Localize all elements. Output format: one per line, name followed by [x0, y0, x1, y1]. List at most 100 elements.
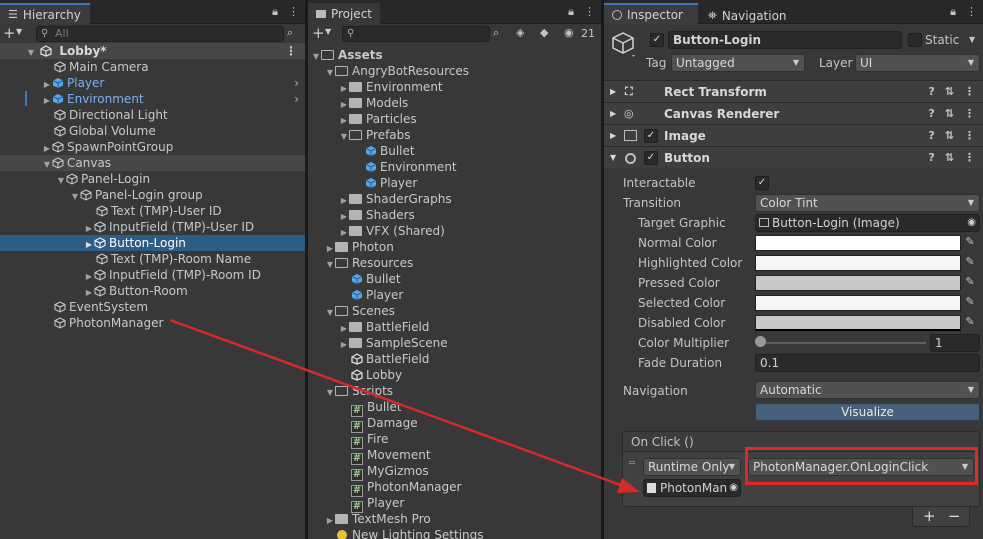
component-rect-transform[interactable]: ▶ ⛶ Rect Transform ? ⇅ ⋮: [604, 80, 983, 102]
project-folder[interactable]: ▶ SampleScene: [308, 335, 601, 351]
highlighted-color-swatch[interactable]: [755, 255, 961, 271]
target-graphic-field[interactable]: Button-Login (Image) ◉: [755, 214, 980, 232]
project-folder[interactable]: ▶ Environment: [308, 79, 601, 95]
lock-icon[interactable]: 🔒︎: [568, 5, 574, 19]
more-icon[interactable]: ⋮: [288, 5, 299, 19]
more-icon[interactable]: ⋮: [964, 81, 975, 103]
project-prefab[interactable]: Bullet: [308, 271, 601, 287]
tag-dropdown[interactable]: Untagged ▼: [671, 54, 805, 72]
project-folder[interactable]: ▶ ShaderGraphs: [308, 191, 601, 207]
drag-handle-icon[interactable]: ═: [629, 458, 635, 469]
navigation-dropdown[interactable]: Automatic ▼: [755, 381, 980, 399]
layer-dropdown[interactable]: UI ▼: [855, 54, 980, 72]
add-icon[interactable]: +: [312, 24, 325, 42]
hierarchy-item[interactable]: ▼ Panel-Login: [0, 171, 305, 187]
project-script[interactable]: # PhotonManager: [308, 479, 601, 497]
remove-listener-button[interactable]: −: [948, 507, 961, 525]
help-icon[interactable]: ?: [928, 103, 934, 125]
eye-icon[interactable]: ◉: [564, 26, 574, 39]
eyedropper-icon[interactable]: ✎: [963, 235, 977, 249]
project-scene[interactable]: Lobby: [308, 367, 601, 383]
project-script[interactable]: # Player: [308, 495, 601, 513]
component-image[interactable]: ▶ ✓ Image ? ⇅ ⋮: [604, 124, 983, 146]
eyedropper-icon[interactable]: ✎: [963, 295, 977, 309]
normal-color-swatch[interactable]: [755, 235, 961, 251]
project-folder[interactable]: ▶ Models: [308, 95, 601, 111]
project-prefab[interactable]: Player: [308, 175, 601, 191]
object-name-field[interactable]: Button-Login: [668, 31, 902, 49]
project-folder[interactable]: ▼ AngryBotResources: [308, 63, 601, 79]
project-asset[interactable]: New Lighting Settings: [308, 527, 601, 539]
project-search-input[interactable]: ⚲: [342, 26, 490, 42]
project-folder[interactable]: ▼ Scenes: [308, 303, 601, 319]
project-folder[interactable]: ▶ Particles: [308, 111, 601, 127]
selected-color-swatch[interactable]: [755, 295, 961, 311]
collapse-arrow-icon[interactable]: ▶: [610, 125, 616, 147]
tab-inspector[interactable]: Inspector: [604, 3, 698, 24]
project-folder[interactable]: ▶ Shaders: [308, 207, 601, 223]
hierarchy-item[interactable]: ▶ InputField (TMP)-User ID: [0, 219, 305, 235]
project-folder[interactable]: ▼ Scripts: [308, 383, 601, 399]
more-icon[interactable]: ⋮: [966, 5, 977, 19]
eyedropper-icon[interactable]: ✎: [963, 275, 977, 289]
hierarchy-item[interactable]: EventSystem: [0, 299, 305, 315]
hierarchy-item-environment[interactable]: ▶ Environment ›: [0, 91, 305, 107]
eyedropper-icon[interactable]: ✎: [963, 315, 977, 329]
chevron-down-icon[interactable]: ▼: [325, 27, 331, 36]
target-object-field[interactable]: PhotonMan ◉: [643, 479, 741, 497]
tab-project[interactable]: Project: [308, 3, 380, 24]
more-icon[interactable]: ⋮: [964, 103, 975, 125]
project-script[interactable]: # Fire: [308, 431, 601, 449]
pressed-color-swatch[interactable]: [755, 275, 961, 291]
project-prefab[interactable]: Player: [308, 287, 601, 303]
collapse-arrow-icon[interactable]: ▶: [610, 81, 616, 103]
project-folder[interactable]: ▶ Photon: [308, 239, 601, 255]
project-script[interactable]: # MyGizmos: [308, 463, 601, 481]
hierarchy-item[interactable]: Directional Light: [0, 107, 305, 123]
lock-icon[interactable]: 🔒︎: [950, 5, 956, 19]
label-icon[interactable]: ◆: [540, 26, 548, 39]
hierarchy-item-player[interactable]: ▶ Player ›: [0, 75, 305, 91]
more-icon[interactable]: ⋮: [964, 125, 975, 147]
image-enabled-checkbox[interactable]: ✓: [644, 129, 658, 143]
color-multiplier-field[interactable]: 1: [930, 334, 980, 352]
presets-icon[interactable]: ⇅: [945, 147, 954, 169]
help-icon[interactable]: ?: [928, 125, 934, 147]
fade-duration-field[interactable]: 0.1: [755, 354, 980, 372]
color-multiplier-slider-handle[interactable]: [755, 336, 766, 347]
active-checkbox[interactable]: ✓: [650, 33, 664, 47]
more-icon[interactable]: ⋮: [285, 43, 297, 59]
search-options-icon[interactable]: ⌕: [287, 26, 293, 40]
visualize-button[interactable]: Visualize: [755, 403, 980, 421]
project-script[interactable]: # Movement: [308, 447, 601, 465]
object-picker-icon[interactable]: ◉: [729, 480, 738, 496]
hierarchy-item-selected[interactable]: ▶ Button-Login: [0, 235, 305, 251]
gameobject-large-icon[interactable]: [612, 31, 636, 60]
project-folder[interactable]: ▶ VFX (Shared): [308, 223, 601, 239]
collapse-arrow-icon[interactable]: ▼: [610, 147, 616, 169]
hierarchy-item[interactable]: Text (TMP)-User ID: [0, 203, 305, 219]
add-listener-button[interactable]: +: [923, 507, 936, 525]
project-script[interactable]: # Bullet: [308, 399, 601, 417]
hierarchy-search-input[interactable]: ⚲ All: [36, 26, 284, 42]
hierarchy-item[interactable]: PhotonManager: [0, 315, 305, 331]
chevron-down-icon[interactable]: ▼: [16, 27, 22, 36]
interactable-checkbox[interactable]: ✓: [755, 176, 769, 190]
project-folder[interactable]: ▶ BattleField: [308, 319, 601, 335]
project-folder[interactable]: ▶ TextMesh Pro: [308, 511, 601, 527]
more-icon[interactable]: ⋮: [584, 5, 595, 19]
scene-row[interactable]: ▼ Lobby* ⋮: [0, 43, 305, 59]
tab-hierarchy[interactable]: ☰ Hierarchy: [0, 3, 90, 24]
disabled-color-swatch[interactable]: [755, 315, 961, 331]
hierarchy-item[interactable]: ▼ Panel-Login group: [0, 187, 305, 203]
runtime-dropdown[interactable]: Runtime Only ▼: [643, 458, 741, 476]
presets-icon[interactable]: ⇅: [945, 125, 954, 147]
project-folder[interactable]: ▼ Resources: [308, 255, 601, 271]
presets-icon[interactable]: ⇅: [945, 81, 954, 103]
project-scene[interactable]: BattleField: [308, 351, 601, 367]
hierarchy-item[interactable]: ▶ InputField (TMP)-Room ID: [0, 267, 305, 283]
collapse-arrow-icon[interactable]: ▶: [610, 103, 616, 125]
filter-icon[interactable]: ◈: [516, 26, 524, 39]
project-folder-assets[interactable]: ▼ Assets: [308, 47, 601, 63]
transition-dropdown[interactable]: Color Tint ▼: [755, 194, 980, 212]
